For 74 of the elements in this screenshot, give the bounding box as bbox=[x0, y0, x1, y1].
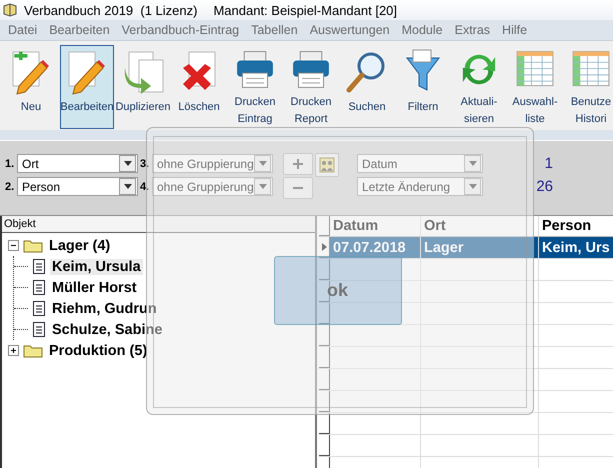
toolbar-button[interactable]: Duplizieren bbox=[116, 45, 170, 129]
toolbar-button[interactable]: Auswahl- liste bbox=[508, 45, 562, 129]
document-icon bbox=[32, 259, 46, 274]
dropdown-field[interactable]: Letzte Änderung bbox=[357, 177, 483, 196]
dropdown-value: Datum bbox=[362, 156, 398, 170]
menu-item[interactable]: Extras bbox=[448, 23, 496, 37]
table-cell: Keim, Urs bbox=[539, 237, 613, 258]
menu-item[interactable]: Auswertungen bbox=[304, 23, 396, 37]
menu-item[interactable]: Verbandbuch-Eintrag bbox=[116, 23, 246, 37]
level-number: 1. bbox=[5, 158, 16, 170]
dropdown-value: ohne Gruppierung bbox=[157, 180, 254, 194]
document-icon bbox=[32, 322, 46, 337]
toolbar-button[interactable]: Filtern bbox=[396, 45, 450, 129]
caret-icon bbox=[468, 184, 476, 189]
menu-item[interactable]: Datei bbox=[2, 23, 44, 37]
level-number: 3. bbox=[140, 158, 150, 170]
window-title: Verbandbuch 2019 (1 Lizenz) bbox=[24, 2, 198, 18]
column-header[interactable]: Ort bbox=[421, 216, 539, 236]
caret-icon bbox=[258, 161, 266, 166]
toolbar-button[interactable]: Löschen bbox=[172, 45, 226, 129]
folder-icon bbox=[23, 238, 43, 253]
plus-icon bbox=[293, 159, 303, 169]
row-header bbox=[319, 216, 330, 236]
toolbar-button[interactable]: Aktuali- sieren bbox=[452, 45, 506, 129]
tree-item[interactable]: Riehm, Gudrun bbox=[50, 300, 159, 316]
document-icon bbox=[32, 301, 46, 316]
toolbar-button[interactable]: Neu bbox=[4, 45, 58, 129]
dropdown-value: Ort bbox=[22, 156, 40, 170]
caret-icon bbox=[468, 161, 476, 166]
dropdown-value: ohne Gruppierung bbox=[157, 156, 254, 170]
record-count: 1 bbox=[544, 155, 553, 172]
app-logo-icon bbox=[2, 2, 18, 18]
group-settings-button[interactable] bbox=[315, 153, 339, 177]
dropdown-field[interactable]: ohne Gruppierung bbox=[152, 177, 273, 196]
dropdown-field[interactable]: Datum bbox=[357, 154, 483, 173]
tree-item[interactable]: Lager (4) bbox=[47, 238, 112, 254]
tree-item[interactable]: Schulze, Sabine bbox=[50, 322, 164, 338]
tree-item[interactable]: Keim, Ursula bbox=[50, 258, 143, 274]
column-header: Objekt bbox=[2, 216, 315, 233]
row-pointer-icon bbox=[322, 243, 326, 251]
caret-icon bbox=[124, 184, 132, 189]
mandant-label: Mandant: Beispiel-Mandant [20] bbox=[213, 2, 398, 18]
toolbar-button[interactable]: Benutze Histori bbox=[564, 45, 613, 129]
row-header[interactable] bbox=[319, 435, 330, 456]
dropdown-value: Person bbox=[22, 180, 62, 194]
tree-item[interactable]: Müller Horst bbox=[50, 280, 139, 296]
remove-button[interactable] bbox=[283, 177, 313, 199]
dropdown-field[interactable]: Ort bbox=[17, 154, 138, 173]
record-count: 26 bbox=[535, 178, 553, 195]
toolbar-button[interactable]: Drucken Report bbox=[284, 45, 338, 129]
toolbar-button[interactable]: Drucken Eintrag bbox=[228, 45, 282, 129]
level-number: 2. bbox=[5, 180, 16, 192]
menu-item[interactable]: Hilfe bbox=[496, 23, 534, 37]
add-button[interactable] bbox=[283, 153, 313, 175]
dropdown-value: Letzte Änderung bbox=[362, 180, 452, 194]
dropdown-field[interactable]: Person bbox=[17, 177, 138, 196]
column-header[interactable]: Datum bbox=[330, 216, 421, 236]
caret-icon bbox=[258, 184, 266, 189]
table-cell: 07.07.2018 bbox=[330, 237, 421, 258]
toolbar-button[interactable]: Suchen bbox=[340, 45, 394, 129]
table-cell: Lager bbox=[421, 237, 539, 258]
dropdown-field[interactable]: ohne Gruppierung bbox=[152, 154, 273, 173]
menu-item[interactable]: Module bbox=[396, 23, 449, 37]
row-header[interactable] bbox=[319, 413, 330, 434]
toolbar-button[interactable]: Bearbeiten bbox=[60, 45, 114, 129]
caret-icon bbox=[124, 161, 132, 166]
menu-item[interactable]: Tabellen bbox=[245, 23, 304, 37]
level-number: 4. bbox=[140, 180, 150, 192]
folder-icon bbox=[23, 343, 43, 358]
document-icon bbox=[32, 280, 46, 295]
tree-item[interactable]: Produktion (5) bbox=[47, 342, 150, 358]
menu-item[interactable]: Bearbeiten bbox=[43, 23, 116, 37]
people-icon bbox=[318, 156, 336, 174]
column-header[interactable]: Person bbox=[539, 216, 613, 236]
